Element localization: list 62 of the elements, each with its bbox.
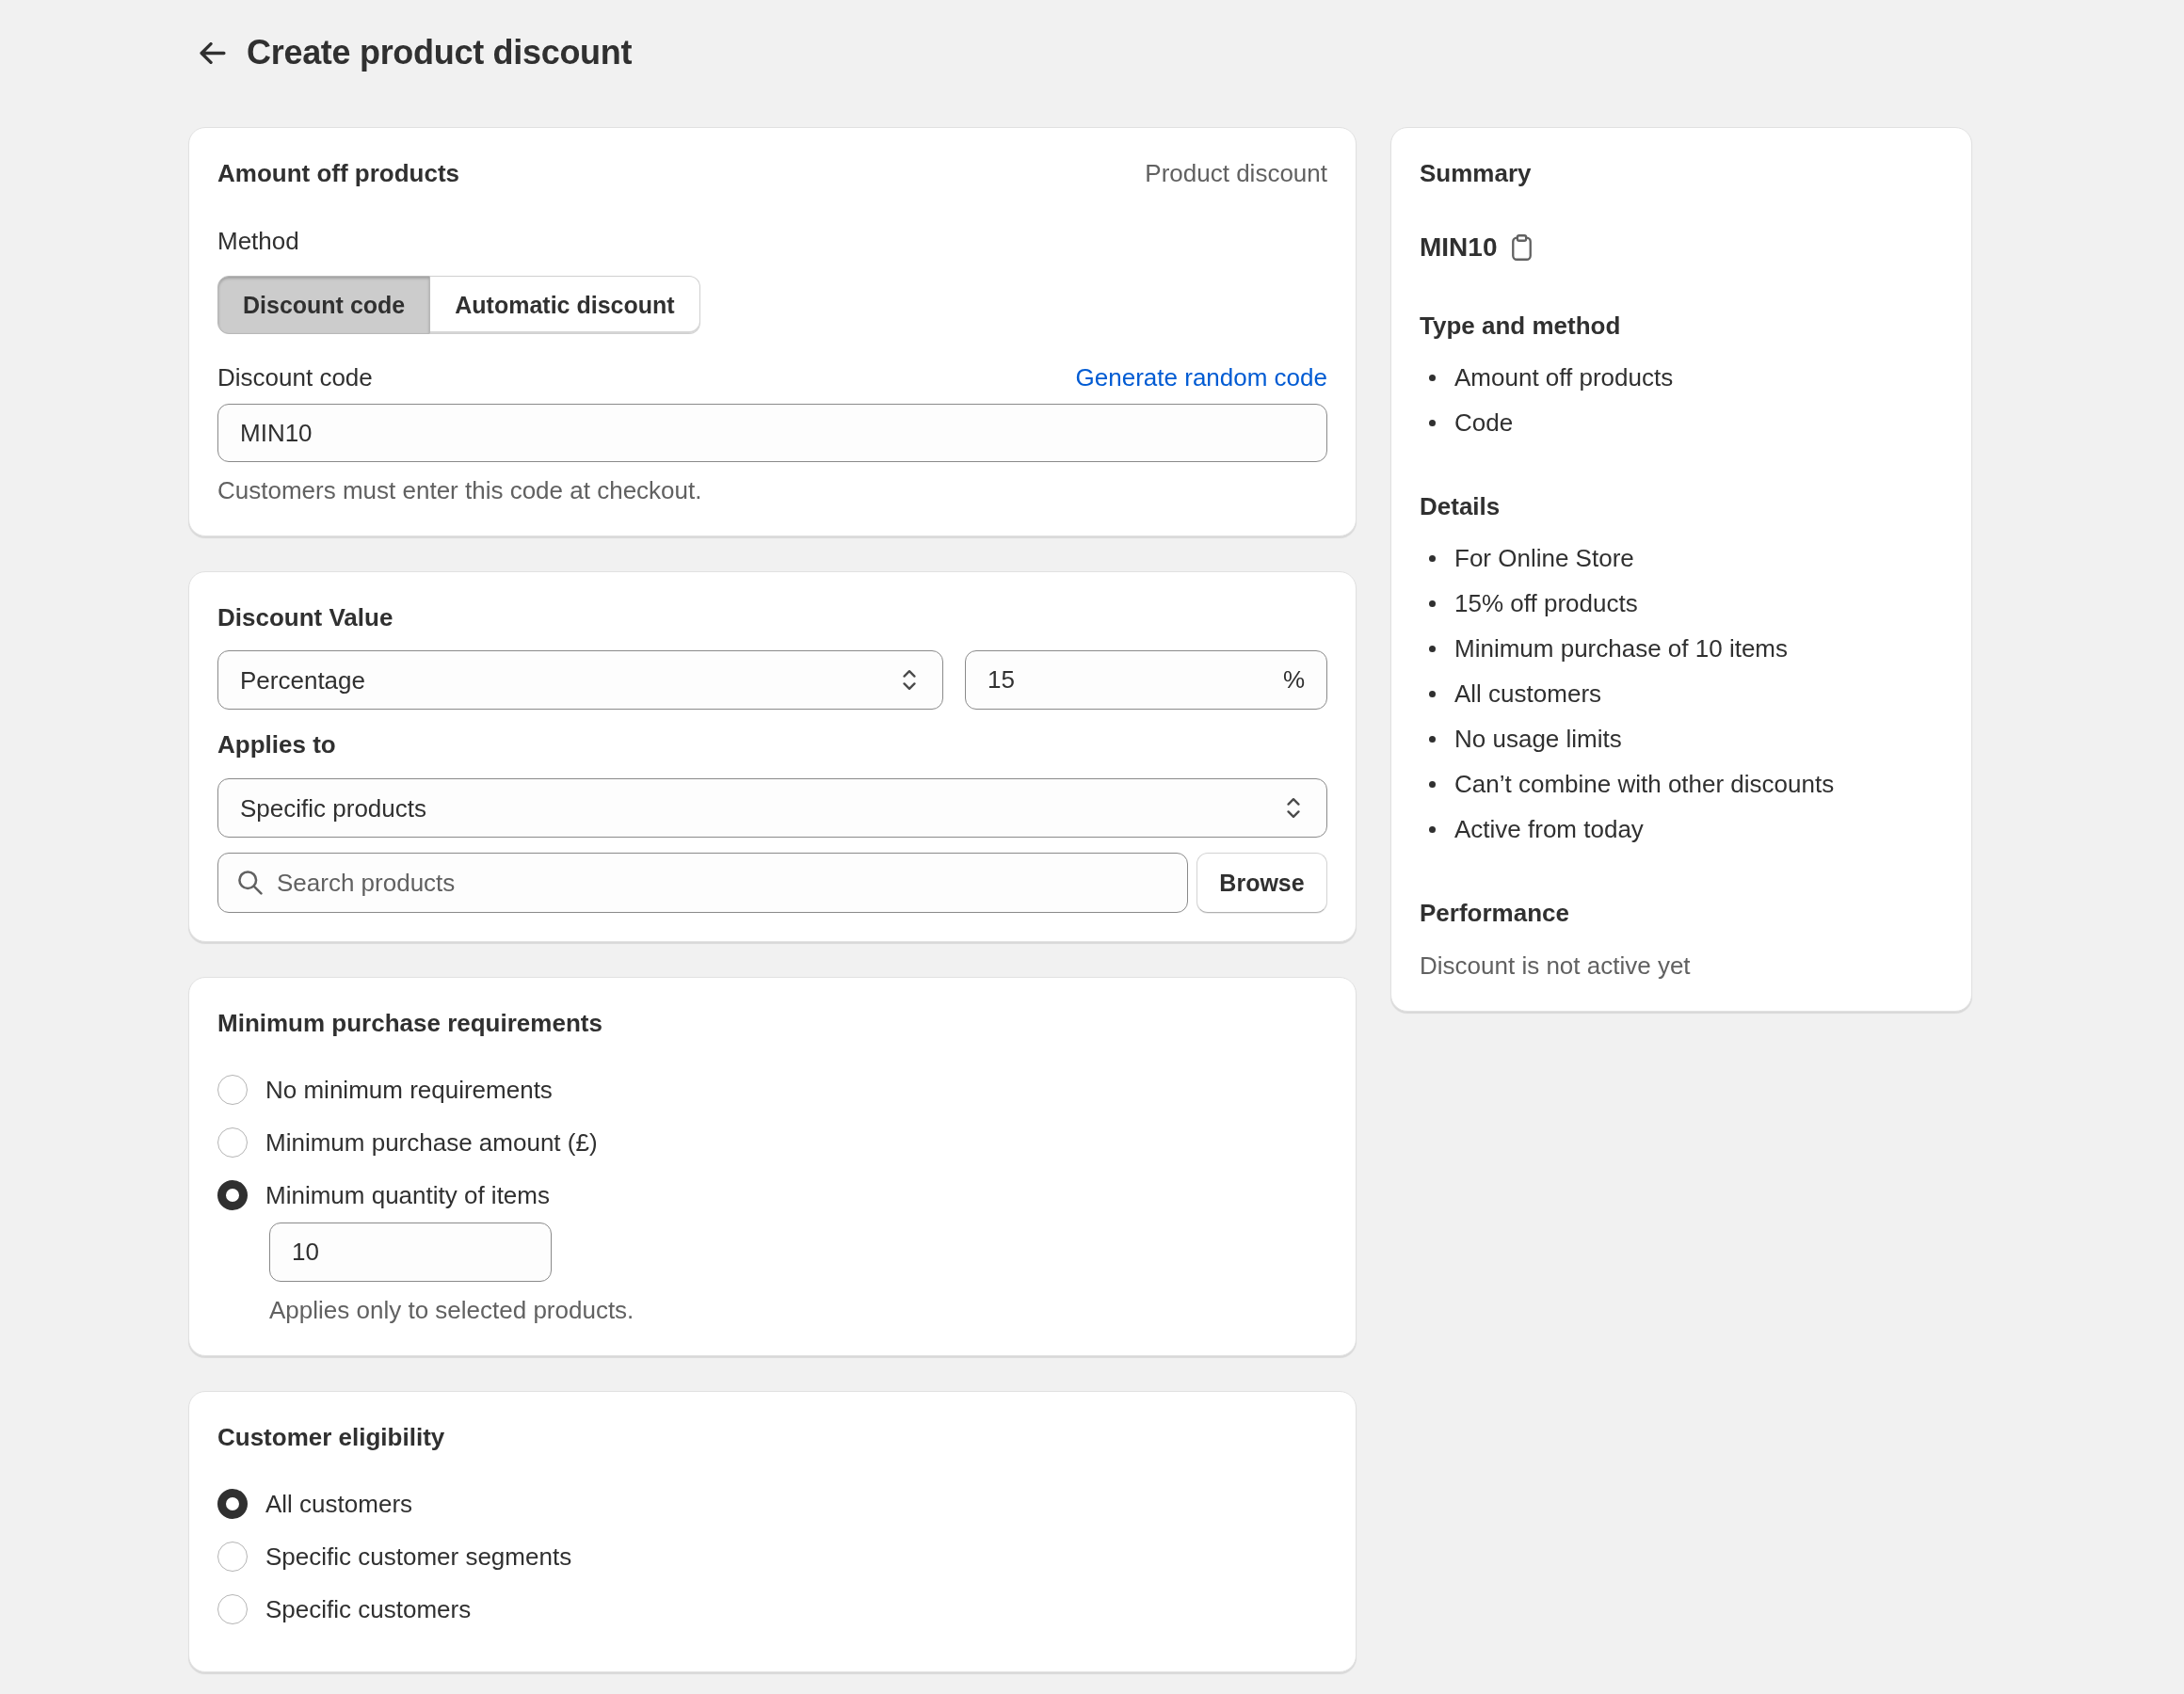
radio-button[interactable] — [217, 1542, 248, 1572]
bullet-icon — [1429, 780, 1436, 788]
discount-code-title: MIN10 — [1420, 232, 1498, 264]
bullet-icon — [1429, 599, 1436, 607]
radio-button[interactable] — [217, 1127, 248, 1158]
method-tab[interactable]: Discount code — [217, 276, 431, 334]
summary-item: 15% off products — [1454, 588, 1638, 619]
back-arrow-icon[interactable] — [200, 41, 226, 64]
search-icon — [238, 871, 263, 895]
page-title: Create product discount — [247, 32, 633, 73]
summary-item: Code — [1454, 408, 1514, 439]
card-title: Summary — [1420, 158, 1533, 189]
radio-label[interactable]: Minimum purchase amount (£) — [265, 1126, 598, 1159]
bullet-icon — [1429, 374, 1436, 381]
method-tab[interactable]: Automatic discount — [430, 276, 700, 334]
value-type-select[interactable]: Percentage — [217, 650, 943, 710]
bullet-icon — [1429, 419, 1436, 426]
performance-text: Discount is not active yet — [1420, 951, 1692, 982]
summary-item: Active from today — [1454, 814, 1644, 845]
chevron-up-down-icon[interactable] — [1287, 797, 1300, 819]
section-title: Performance — [1420, 898, 1570, 929]
card-title: Customer eligibility — [217, 1422, 445, 1453]
radio-button[interactable] — [217, 1594, 248, 1624]
discount-type-label: Product discount — [1145, 158, 1327, 189]
section-title: Details — [1420, 491, 1502, 522]
field-label: Discount code — [217, 362, 373, 393]
browse-button[interactable]: Browse — [1196, 853, 1327, 913]
bullet-icon — [1429, 825, 1436, 833]
summary-item: For Online Store — [1454, 543, 1634, 574]
generate-code-link[interactable]: Generate random code — [1075, 360, 1327, 394]
summary-item: Amount off products — [1454, 362, 1674, 393]
field-label: Method — [217, 226, 300, 257]
radio-label[interactable]: Specific customers — [265, 1592, 472, 1626]
summary-item: No usage limits — [1454, 724, 1622, 755]
quantity-input[interactable]: 10 — [269, 1223, 552, 1282]
summary-item: All customers — [1454, 679, 1602, 710]
radio-button[interactable] — [217, 1180, 248, 1210]
unit-suffix: % — [1282, 664, 1305, 695]
radio-button[interactable] — [217, 1075, 248, 1105]
bullet-icon — [1429, 554, 1436, 562]
product-search-input[interactable]: Search products — [217, 853, 1188, 913]
help-text: Applies only to selected products. — [269, 1295, 635, 1326]
radio-label[interactable]: Specific customer segments — [265, 1540, 572, 1574]
card-title: Discount Value — [217, 602, 393, 633]
bullet-icon — [1429, 735, 1436, 743]
discount-code-input[interactable]: MIN10 — [217, 404, 1327, 462]
section-title: Type and method — [1420, 311, 1622, 342]
radio-label[interactable]: Minimum quantity of items — [265, 1178, 550, 1212]
summary-item: Minimum purchase of 10 items — [1454, 633, 1789, 664]
bullet-icon — [1429, 645, 1436, 652]
radio-label[interactable]: No minimum requirements — [265, 1073, 553, 1107]
chevron-up-down-icon[interactable] — [903, 669, 916, 691]
radio-button[interactable] — [217, 1489, 248, 1519]
radio-label[interactable]: All customers — [265, 1487, 413, 1521]
card-title: Minimum purchase requirements — [217, 1008, 602, 1039]
section-label: Applies to — [217, 729, 337, 760]
card-title: Amount off products — [217, 158, 460, 189]
applies-to-select[interactable]: Specific products — [217, 778, 1327, 838]
bullet-icon — [1429, 690, 1436, 697]
summary-item: Can’t combine with other discounts — [1454, 769, 1835, 800]
help-text: Customers must enter this code at checkout. — [217, 475, 703, 506]
clipboard-icon[interactable] — [1512, 234, 1533, 261]
